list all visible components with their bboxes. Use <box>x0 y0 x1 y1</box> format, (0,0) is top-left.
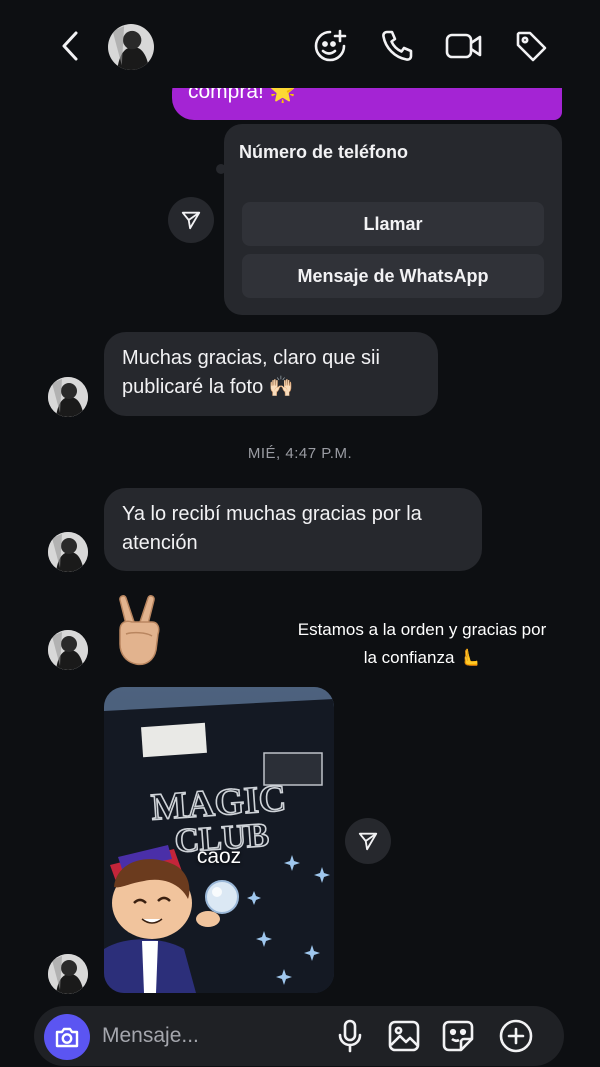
voice-call-button[interactable] <box>377 26 417 66</box>
more-options-button[interactable] <box>498 1018 534 1054</box>
card-title: Número de teléfono <box>239 142 409 162</box>
tag-button[interactable] <box>511 26 551 66</box>
back-button[interactable] <box>50 26 90 66</box>
message-line: Muchas gracias, claro que sii <box>122 347 380 369</box>
message-line: atención <box>122 532 198 554</box>
video-call-button[interactable] <box>444 26 484 66</box>
add-icon <box>499 1019 533 1053</box>
effects-icon <box>314 29 347 62</box>
photo-caption: caoz <box>196 845 242 868</box>
phone-icon <box>382 30 413 61</box>
contact-avatar[interactable] <box>48 630 88 670</box>
tag-icon <box>516 31 547 62</box>
gallery-button[interactable] <box>386 1018 422 1054</box>
whatsapp-message-button[interactable]: Mensaje de WhatsApp <box>242 254 544 298</box>
story-reply-note: Estamos a la orden y gracias por la conf… <box>290 616 554 672</box>
share-card-button[interactable] <box>168 197 214 243</box>
contact-avatar[interactable] <box>48 377 88 417</box>
message-line: Ya lo recibí muchas gracias por la <box>122 503 422 525</box>
share-photo-button[interactable] <box>345 818 391 864</box>
story-note-line: Estamos a la orden y gracias por <box>297 620 547 639</box>
victory-hand-icon <box>112 594 168 668</box>
contact-avatar[interactable] <box>48 954 88 994</box>
send-icon <box>181 211 201 230</box>
microphone-icon <box>338 1019 362 1053</box>
phone-contact-card: Número de teléfono Llamar Mensaje de Wha… <box>224 124 562 315</box>
call-button[interactable]: Llamar <box>242 202 544 246</box>
chat-screen: compra! 🌟 Número de teléfono Llamar Mens… <box>0 0 600 1067</box>
back-arrow-icon <box>62 31 78 61</box>
story-note-line: la confianza 🫷 <box>363 648 481 667</box>
send-icon <box>358 832 378 851</box>
shared-photo[interactable]: MAGIC CLUB caoz <box>104 687 334 993</box>
message-composer <box>34 1006 564 1066</box>
message-input[interactable] <box>102 1020 322 1052</box>
sticker-button[interactable] <box>440 1018 476 1054</box>
sticker-icon <box>442 1020 474 1052</box>
incoming-message-bubble: Ya lo recibí muchas gracias por la atenc… <box>104 488 482 571</box>
video-camera-icon <box>445 33 482 59</box>
contact-avatar[interactable] <box>48 532 88 572</box>
voice-message-button[interactable] <box>332 1018 368 1054</box>
header-avatar[interactable] <box>108 24 154 70</box>
chat-header <box>0 0 600 88</box>
gallery-icon <box>388 1020 420 1052</box>
effects-button[interactable] <box>310 26 350 66</box>
message-line: publicaré la foto 🙌🏻 <box>122 376 294 398</box>
camera-button[interactable] <box>44 1014 90 1060</box>
message-timestamp: MIÉ, 4:47 P.M. <box>247 445 353 462</box>
camera-icon <box>55 1027 79 1048</box>
incoming-message-bubble: Muchas gracias, claro que sii publicaré … <box>104 332 438 416</box>
